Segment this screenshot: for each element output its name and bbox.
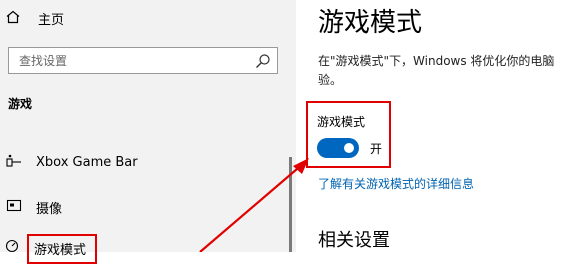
sidebar-item-capture[interactable]: 摄像 xyxy=(6,196,62,218)
related-settings-header: 相关设置 xyxy=(318,230,390,251)
sidebar-item-label: Xbox Game Bar xyxy=(36,154,138,170)
nav-home-label: 主页 xyxy=(38,12,65,28)
capture-icon xyxy=(6,197,22,217)
xbox-game-bar-icon xyxy=(6,152,22,172)
settings-sidebar: 主页 游戏 Xbox Game Bar 摄像 xyxy=(0,0,296,264)
sidebar-scrollbar[interactable] xyxy=(289,157,292,252)
game-mode-nav-highlight-box xyxy=(27,234,97,264)
game-mode-toggle-label: 游戏模式 xyxy=(317,115,366,129)
sidebar-item-label: 摄像 xyxy=(36,201,63,217)
game-mode-icon xyxy=(4,238,20,258)
settings-search-box[interactable] xyxy=(8,47,278,74)
learn-more-link[interactable]: 了解有关游戏模式的详细信息 xyxy=(318,175,474,192)
description-line-1: 在"游戏模式"下，Windows 将优化你的电脑 xyxy=(318,54,555,68)
page-description: 在"游戏模式"下，Windows 将优化你的电脑 验。 xyxy=(318,52,569,90)
game-mode-page: 游戏模式 在"游戏模式"下，Windows 将优化你的电脑 验。 游戏模式 开 … xyxy=(296,0,569,252)
description-line-2: 验。 xyxy=(318,73,343,87)
settings-search-input[interactable] xyxy=(9,48,249,73)
sidebar-item-xbox-game-bar[interactable]: Xbox Game Bar xyxy=(6,151,138,173)
page-title: 游戏模式 xyxy=(318,8,423,38)
game-mode-toggle[interactable] xyxy=(317,138,359,158)
search-icon[interactable] xyxy=(255,53,271,69)
home-icon xyxy=(6,9,20,28)
section-header-gaming: 游戏 xyxy=(8,97,33,111)
toggle-state-text: 开 xyxy=(370,142,383,156)
toggle-knob xyxy=(344,143,354,153)
nav-home[interactable]: 主页 xyxy=(6,8,64,28)
